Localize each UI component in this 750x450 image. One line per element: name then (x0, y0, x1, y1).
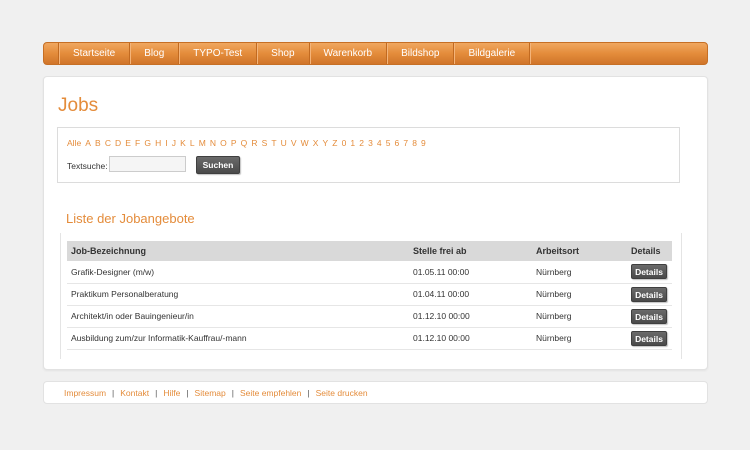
alphabet-link-j[interactable]: J (172, 138, 176, 148)
column-header-location: Arbeitsort (532, 241, 627, 261)
table-row: Praktikum Personalberatung 01.04.11 00:0… (67, 283, 672, 306)
job-date: 01.12.10 00:00 (409, 327, 532, 350)
alphabet-link-e[interactable]: E (125, 138, 131, 148)
footer: Impressum | Kontakt | Hilfe | Sitemap | … (43, 381, 708, 404)
alphabet-link-p[interactable]: P (231, 138, 237, 148)
alphabet-link-l[interactable]: L (190, 138, 195, 148)
list-title: Liste der Jobangebote (66, 211, 195, 226)
nav-item-warenkorb[interactable]: Warenkorb (310, 43, 388, 64)
alphabet-link-o[interactable]: O (220, 138, 227, 148)
column-header-details: Details (627, 241, 672, 261)
job-filter: Alle A B C D E F G H I J K L M N O P Q R S T U V W X Y Z 0 1 2 3 4 5 6 7 8 9… (57, 127, 680, 183)
job-date: 01.05.11 00:00 (409, 261, 532, 284)
footer-link-seite-empfehlen[interactable]: Seite empfehlen (240, 388, 301, 398)
footer-link-kontakt[interactable]: Kontakt (120, 388, 149, 398)
main-navigation: Startseite Blog TYPO-Test Shop Warenkorb… (43, 42, 708, 65)
nav-item-bildshop[interactable]: Bildshop (387, 43, 455, 64)
search-input[interactable] (109, 156, 186, 172)
footer-separator: | (231, 387, 234, 398)
alphabet-link-g[interactable]: G (144, 138, 151, 148)
alphabet-link-q[interactable]: Q (241, 138, 248, 148)
content-panel: Jobs Alle A B C D E F G H I J K L M N O P Q R S T U V W X Y Z 0 1 2 3 4… (43, 76, 708, 370)
job-title: Ausbildung zum/zur Informatik-Kauffrau/-… (67, 327, 409, 350)
table-header-row: Job-Bezeichnung Stelle frei ab Arbeitsor… (67, 241, 672, 261)
footer-link-seite-drucken[interactable]: Seite drucken (316, 388, 368, 398)
nav-item-bildgalerie[interactable]: Bildgalerie (454, 43, 531, 64)
table-row: Architekt/in oder Bauingenieur/in 01.12.… (67, 305, 672, 328)
column-header-date: Stelle frei ab (409, 241, 532, 261)
alphabet-link-z[interactable]: Z (332, 138, 337, 148)
alphabet-link-alle[interactable]: Alle (67, 138, 81, 148)
alphabet-link-y[interactable]: Y (323, 138, 329, 148)
alphabet-link-7[interactable]: 7 (403, 138, 408, 148)
alphabet-link-b[interactable]: B (95, 138, 101, 148)
footer-separator: | (155, 387, 158, 398)
job-list: Job-Bezeichnung Stelle frei ab Arbeitsor… (60, 233, 682, 359)
details-button[interactable]: Details (631, 308, 667, 324)
alphabet-link-x[interactable]: X (313, 138, 319, 148)
alphabet-link-h[interactable]: H (155, 138, 161, 148)
alphabet-link-9[interactable]: 9 (421, 138, 426, 148)
alphabet-link-4[interactable]: 4 (377, 138, 382, 148)
alphabet-link-n[interactable]: N (210, 138, 216, 148)
footer-link-impressum[interactable]: Impressum (64, 388, 106, 398)
job-title: Grafik-Designer (m/w) (67, 261, 409, 284)
job-location: Nürnberg (532, 261, 627, 284)
job-title: Praktikum Personalberatung (67, 283, 409, 306)
job-location: Nürnberg (532, 305, 627, 328)
nav-item-blog[interactable]: Blog (130, 43, 180, 64)
page-title: Jobs (58, 95, 99, 116)
alphabet-link-d[interactable]: D (115, 138, 121, 148)
column-header-title: Job-Bezeichnung (67, 241, 409, 261)
details-button[interactable]: Details (631, 286, 667, 302)
nav-item-typo-test[interactable]: TYPO-Test (179, 43, 258, 64)
alphabet-link-8[interactable]: 8 (412, 138, 417, 148)
alphabet-link-1[interactable]: 1 (350, 138, 355, 148)
job-date: 01.12.10 00:00 (409, 305, 532, 328)
alphabet-link-i[interactable]: I (165, 138, 167, 148)
details-button[interactable]: Details (631, 264, 667, 280)
job-location: Nürnberg (532, 327, 627, 350)
nav-item-startseite[interactable]: Startseite (58, 43, 131, 64)
job-location: Nürnberg (532, 283, 627, 306)
job-title: Architekt/in oder Bauingenieur/in (67, 305, 409, 328)
alphabet-link-s[interactable]: S (262, 138, 268, 148)
footer-link-sitemap[interactable]: Sitemap (195, 388, 226, 398)
alphabet-link-3[interactable]: 3 (368, 138, 373, 148)
search-label: Textsuche: (67, 161, 108, 171)
table-row: Ausbildung zum/zur Informatik-Kauffrau/-… (67, 327, 672, 350)
details-button[interactable]: Details (631, 330, 667, 346)
alphabet-link-6[interactable]: 6 (395, 138, 400, 148)
footer-separator: | (112, 387, 115, 398)
alphabet-link-f[interactable]: F (135, 138, 140, 148)
alphabet-link-5[interactable]: 5 (386, 138, 391, 148)
alphabet-link-0[interactable]: 0 (342, 138, 347, 148)
footer-separator: | (186, 387, 189, 398)
search-button[interactable]: Suchen (196, 156, 240, 174)
table-row: Grafik-Designer (m/w) 01.05.11 00:00 Nür… (67, 261, 672, 284)
footer-link-hilfe[interactable]: Hilfe (163, 388, 180, 398)
alphabet-link-t[interactable]: T (271, 138, 276, 148)
alphabet-link-k[interactable]: K (180, 138, 186, 148)
alphabet-link-r[interactable]: R (251, 138, 257, 148)
job-date: 01.04.11 00:00 (409, 283, 532, 306)
alphabet-link-m[interactable]: M (199, 138, 206, 148)
alphabet-link-w[interactable]: W (301, 138, 309, 148)
footer-separator: | (307, 387, 310, 398)
nav-item-shop[interactable]: Shop (257, 43, 310, 64)
alphabet-link-c[interactable]: C (105, 138, 111, 148)
alphabet-link-a[interactable]: A (85, 138, 91, 148)
alphabet-link-v[interactable]: V (291, 138, 297, 148)
alphabet-link-u[interactable]: U (281, 138, 287, 148)
alphabet-link-2[interactable]: 2 (359, 138, 364, 148)
job-table: Job-Bezeichnung Stelle frei ab Arbeitsor… (67, 241, 672, 350)
alphabet-filter: Alle A B C D E F G H I J K L M N O P Q R S T U V W X Y Z 0 1 2 3 4 5 6 7 8 9 (67, 138, 430, 148)
